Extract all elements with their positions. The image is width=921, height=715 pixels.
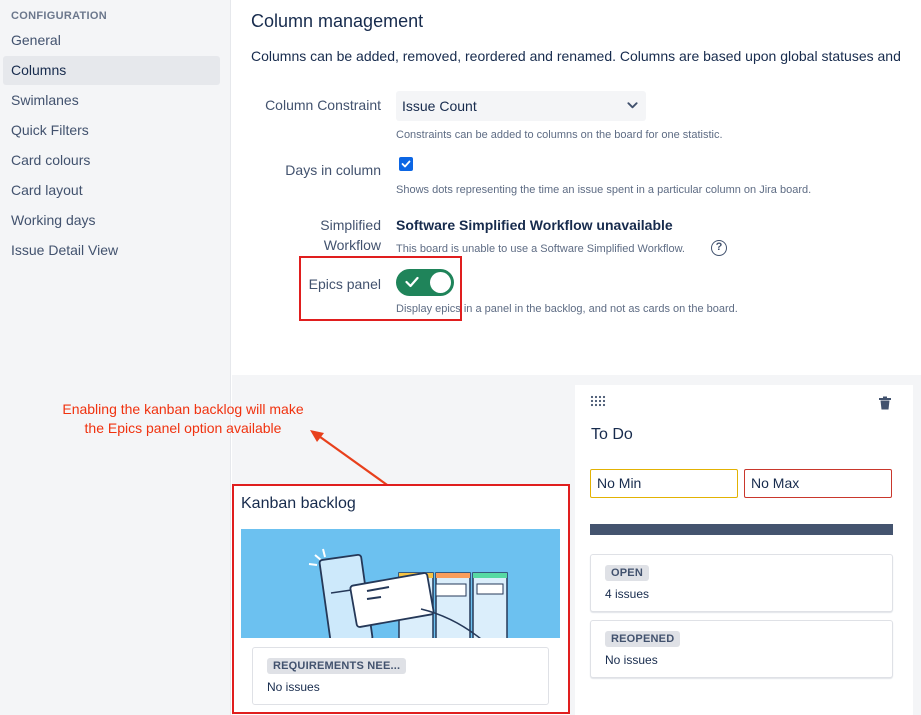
status-lozenge-open: OPEN	[605, 565, 649, 581]
status-reopened-count: No issues	[605, 653, 658, 667]
todo-column-title: To Do	[591, 426, 633, 443]
days-in-column-label: Days in column	[285, 162, 381, 178]
days-in-column-help: Shows dots representing the time an issu…	[396, 184, 812, 196]
column-header-bar	[590, 524, 893, 535]
page-title: Column management	[251, 11, 424, 31]
column-min-input[interactable]: No Min	[590, 469, 738, 498]
column-constraint-value: Issue Count	[402, 98, 477, 114]
simplified-workflow-label-line2: Workflow	[323, 237, 381, 253]
sidebar-item-quick-filters[interactable]: Quick Filters	[3, 116, 220, 145]
status-open-count: 4 issues	[605, 587, 650, 601]
epics-panel-help: Display epics in a panel in the backlog,…	[396, 303, 738, 315]
sidebar-item-issue-detail-view[interactable]: Issue Detail View	[3, 236, 220, 265]
status-lozenge: REQUIREMENTS NEE...	[267, 658, 407, 674]
annotation-callout: Enabling the kanban backlog will make th…	[28, 400, 338, 438]
backlog-status-card[interactable]: REQUIREMENTS NEE... No issues	[252, 647, 549, 705]
sidebar-item-swimlanes[interactable]: Swimlanes	[3, 86, 220, 115]
epics-panel-label: Epics panel	[308, 276, 381, 292]
drag-handle-icon[interactable]	[590, 395, 608, 407]
chevron-down-icon	[627, 102, 638, 109]
status-card-open[interactable]: OPEN 4 issues	[590, 554, 893, 612]
simplified-workflow-title: Software Simplified Workflow unavailable	[396, 217, 673, 233]
annotation-line1: Enabling the kanban backlog will make	[62, 401, 304, 417]
column-constraint-select[interactable]: Issue Count	[396, 91, 646, 121]
days-in-column-checkbox[interactable]	[399, 157, 413, 171]
status-lozenge-reopened: REOPENED	[605, 631, 681, 647]
annotation-line2: the Epics panel option available	[84, 420, 282, 436]
kanban-backlog-title: Kanban backlog	[241, 495, 356, 512]
sidebar-heading: CONFIGURATION	[11, 10, 107, 22]
check-icon	[405, 276, 419, 288]
simplified-workflow-help: This board is unable to use a Software S…	[396, 243, 685, 255]
kanban-backlog-illustration	[241, 529, 560, 639]
board-illustration-icon	[241, 548, 560, 639]
sidebar-item-columns[interactable]: Columns	[3, 56, 220, 85]
column-max-input[interactable]: No Max	[744, 469, 892, 498]
column-constraint-help: Constraints can be added to columns on t…	[396, 129, 723, 141]
page-description: Columns can be added, removed, reordered…	[251, 48, 901, 64]
sidebar-item-card-layout[interactable]: Card layout	[3, 176, 220, 205]
backlog-issue-count: No issues	[267, 680, 320, 694]
toggle-knob	[430, 272, 451, 293]
trash-icon[interactable]	[878, 396, 892, 410]
sidebar-item-general[interactable]: General	[3, 26, 220, 55]
status-card-reopened[interactable]: REOPENED No issues	[590, 620, 893, 678]
sidebar-item-working-days[interactable]: Working days	[3, 206, 220, 235]
column-constraint-label: Column Constraint	[265, 97, 381, 113]
sidebar: CONFIGURATION General Columns Swimlanes …	[0, 0, 231, 715]
epics-panel-toggle[interactable]	[396, 269, 454, 296]
question-mark-icon[interactable]: ?	[711, 240, 727, 256]
simplified-workflow-label-line1: Simplified	[320, 217, 381, 233]
sidebar-item-card-colours[interactable]: Card colours	[3, 146, 220, 175]
simplified-workflow-label: Simplified Workflow	[320, 215, 381, 255]
checkmark-icon	[401, 160, 411, 168]
